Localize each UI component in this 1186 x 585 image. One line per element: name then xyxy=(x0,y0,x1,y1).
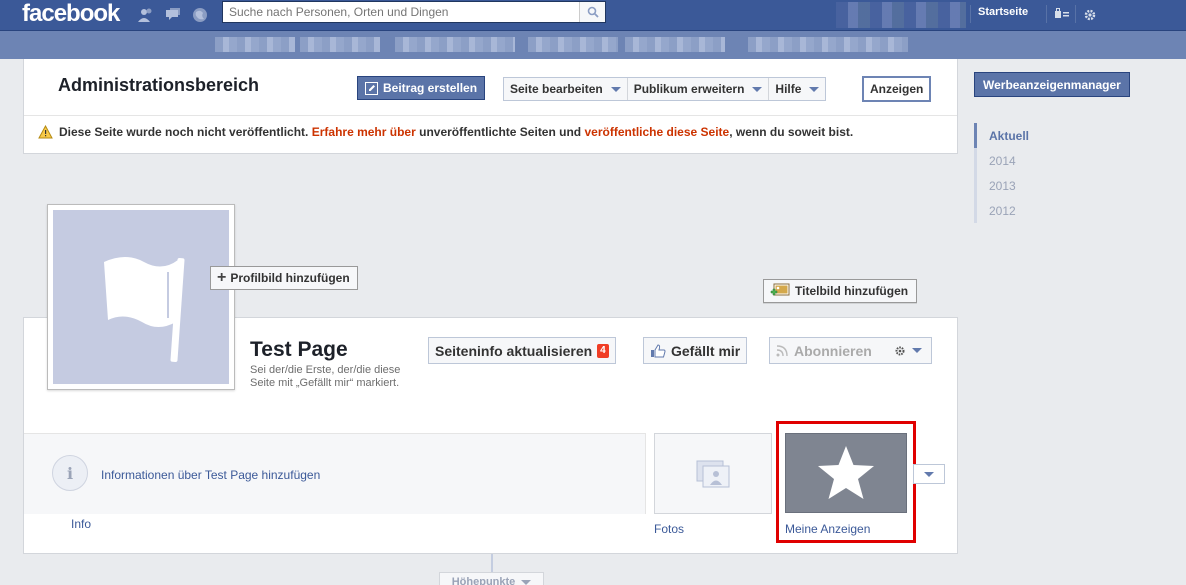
publish-page-link[interactable]: veröffentliche diese Seite xyxy=(584,125,729,139)
blurred-nav-item[interactable] xyxy=(300,37,380,52)
page-settings-dropdown[interactable] xyxy=(884,337,932,364)
timeline-year-nav: Aktuell 2014 2013 2012 xyxy=(974,123,1054,223)
flag-icon xyxy=(104,257,185,362)
facebook-logo[interactable]: facebook xyxy=(22,0,120,28)
add-profile-picture-button[interactable]: + Profilbild hinzufügen xyxy=(210,266,358,290)
blurred-nav-item[interactable] xyxy=(528,37,618,52)
photos-app-tile[interactable] xyxy=(654,433,772,514)
notice-text: , wenn du soweit bist. xyxy=(729,125,854,139)
chevron-down-icon xyxy=(924,471,934,477)
page-title[interactable]: Test Page xyxy=(250,338,348,362)
divider xyxy=(970,5,971,23)
search-box[interactable] xyxy=(222,1,606,23)
top-bar: facebook Startseite xyxy=(0,0,1186,31)
edit-page-label: Seite bearbeiten xyxy=(510,82,603,96)
divider xyxy=(24,115,957,116)
info-app-tile[interactable]: i Informationen über Test Page hinzufüge… xyxy=(24,433,646,514)
page-like-prompt: Sei der/die Erste, der/die diese Seite m… xyxy=(250,364,401,389)
photos-icon xyxy=(696,460,730,487)
expand-audience-dropdown[interactable]: Publikum erweitern xyxy=(628,78,770,100)
learn-more-link[interactable]: Erfahre mehr über xyxy=(312,125,416,139)
profile-placeholder xyxy=(53,210,229,384)
timeline-spine xyxy=(491,554,493,574)
ads-manager-button[interactable]: Werbeanzeigenmanager xyxy=(974,72,1130,97)
blurred-nav-item[interactable] xyxy=(625,37,725,52)
add-cover-photo-button[interactable]: Titelbild hinzufügen xyxy=(763,279,918,303)
rss-icon xyxy=(776,344,788,356)
pencil-icon xyxy=(365,81,378,95)
edit-page-dropdown[interactable]: Seite bearbeiten xyxy=(504,78,628,100)
chevron-down-icon xyxy=(911,348,922,353)
divider xyxy=(1075,5,1076,23)
user-name-blurred[interactable] xyxy=(836,2,966,28)
messages-icon[interactable] xyxy=(164,6,182,24)
divider xyxy=(1046,5,1047,23)
chevron-down-icon xyxy=(752,86,763,92)
highlight-box xyxy=(776,421,916,543)
add-profile-picture-label: Profilbild hinzufügen xyxy=(230,271,350,285)
help-label: Hilfe xyxy=(775,82,802,96)
apps-more-dropdown[interactable] xyxy=(913,464,945,484)
cover-photo-icon xyxy=(770,283,790,296)
admin-title: Administrationsbereich xyxy=(58,75,260,95)
update-page-info-button[interactable]: Seiteninfo aktualisieren 4 xyxy=(428,337,616,364)
privacy-shortcuts-icon[interactable] xyxy=(1053,6,1071,24)
thumbs-up-icon xyxy=(651,343,666,357)
add-cover-photo-label: Titelbild hinzufügen xyxy=(795,284,909,298)
friend-requests-icon[interactable] xyxy=(137,6,155,24)
gear-icon xyxy=(895,346,904,355)
warning-icon xyxy=(38,125,53,139)
notification-badge: 4 xyxy=(597,343,609,358)
notice-text: unveröffentlichte Seiten und xyxy=(419,125,582,139)
subscribe-button[interactable]: Abonnieren xyxy=(769,337,885,364)
chevron-down-icon xyxy=(610,86,621,92)
admin-button-group: Seite bearbeiten Publikum erweitern Hilf… xyxy=(503,77,827,101)
subscribe-label: Abonnieren xyxy=(794,342,872,359)
info-icon: i xyxy=(52,455,88,491)
show-button[interactable]: Anzeigen xyxy=(862,76,932,102)
update-page-info-label: Seiteninfo aktualisieren xyxy=(435,342,593,359)
create-post-button[interactable]: Beitrag erstellen xyxy=(357,76,486,100)
info-tab-label[interactable]: Info xyxy=(71,517,91,531)
timeline-item-current[interactable]: Aktuell xyxy=(974,123,1054,148)
notice-text: Diese Seite wurde noch nicht veröffentli… xyxy=(59,125,309,139)
blurred-nav-item[interactable] xyxy=(215,37,295,52)
highlights-dropdown[interactable]: Höhepunkte xyxy=(439,572,544,585)
photos-tab-label[interactable]: Fotos xyxy=(654,522,684,536)
expand-audience-label: Publikum erweitern xyxy=(633,82,745,96)
like-button[interactable]: Gefällt mir xyxy=(643,337,748,364)
page-nav-bar xyxy=(0,31,1186,59)
home-link[interactable]: Startseite xyxy=(978,6,1028,18)
plus-icon: + xyxy=(217,269,227,286)
help-dropdown[interactable]: Hilfe xyxy=(769,78,825,100)
blurred-nav-item[interactable] xyxy=(748,37,908,52)
search-input[interactable] xyxy=(223,2,578,22)
create-post-label: Beitrag erstellen xyxy=(383,81,478,95)
search-icon xyxy=(587,6,599,18)
chevron-down-icon xyxy=(809,86,820,92)
like-label: Gefällt mir xyxy=(671,342,741,359)
timeline-item-2014[interactable]: 2014 xyxy=(974,148,1054,173)
chevron-down-icon xyxy=(521,579,532,585)
notifications-globe-icon[interactable] xyxy=(191,6,209,24)
timeline-item-2012[interactable]: 2012 xyxy=(974,198,1054,223)
profile-picture[interactable] xyxy=(47,204,235,390)
search-button[interactable] xyxy=(579,2,605,22)
admin-panel: Administrationsbereich Beitrag erstellen… xyxy=(23,59,958,154)
timeline-item-2013[interactable]: 2013 xyxy=(974,173,1054,198)
highlights-label: Höhepunkte xyxy=(451,576,516,585)
unpublished-notice: Diese Seite wurde noch nicht veröffentli… xyxy=(38,125,853,139)
settings-gear-icon[interactable] xyxy=(1081,6,1099,24)
add-info-link[interactable]: Informationen über Test Page hinzufügen xyxy=(101,468,320,482)
blurred-nav-item[interactable] xyxy=(395,37,515,52)
